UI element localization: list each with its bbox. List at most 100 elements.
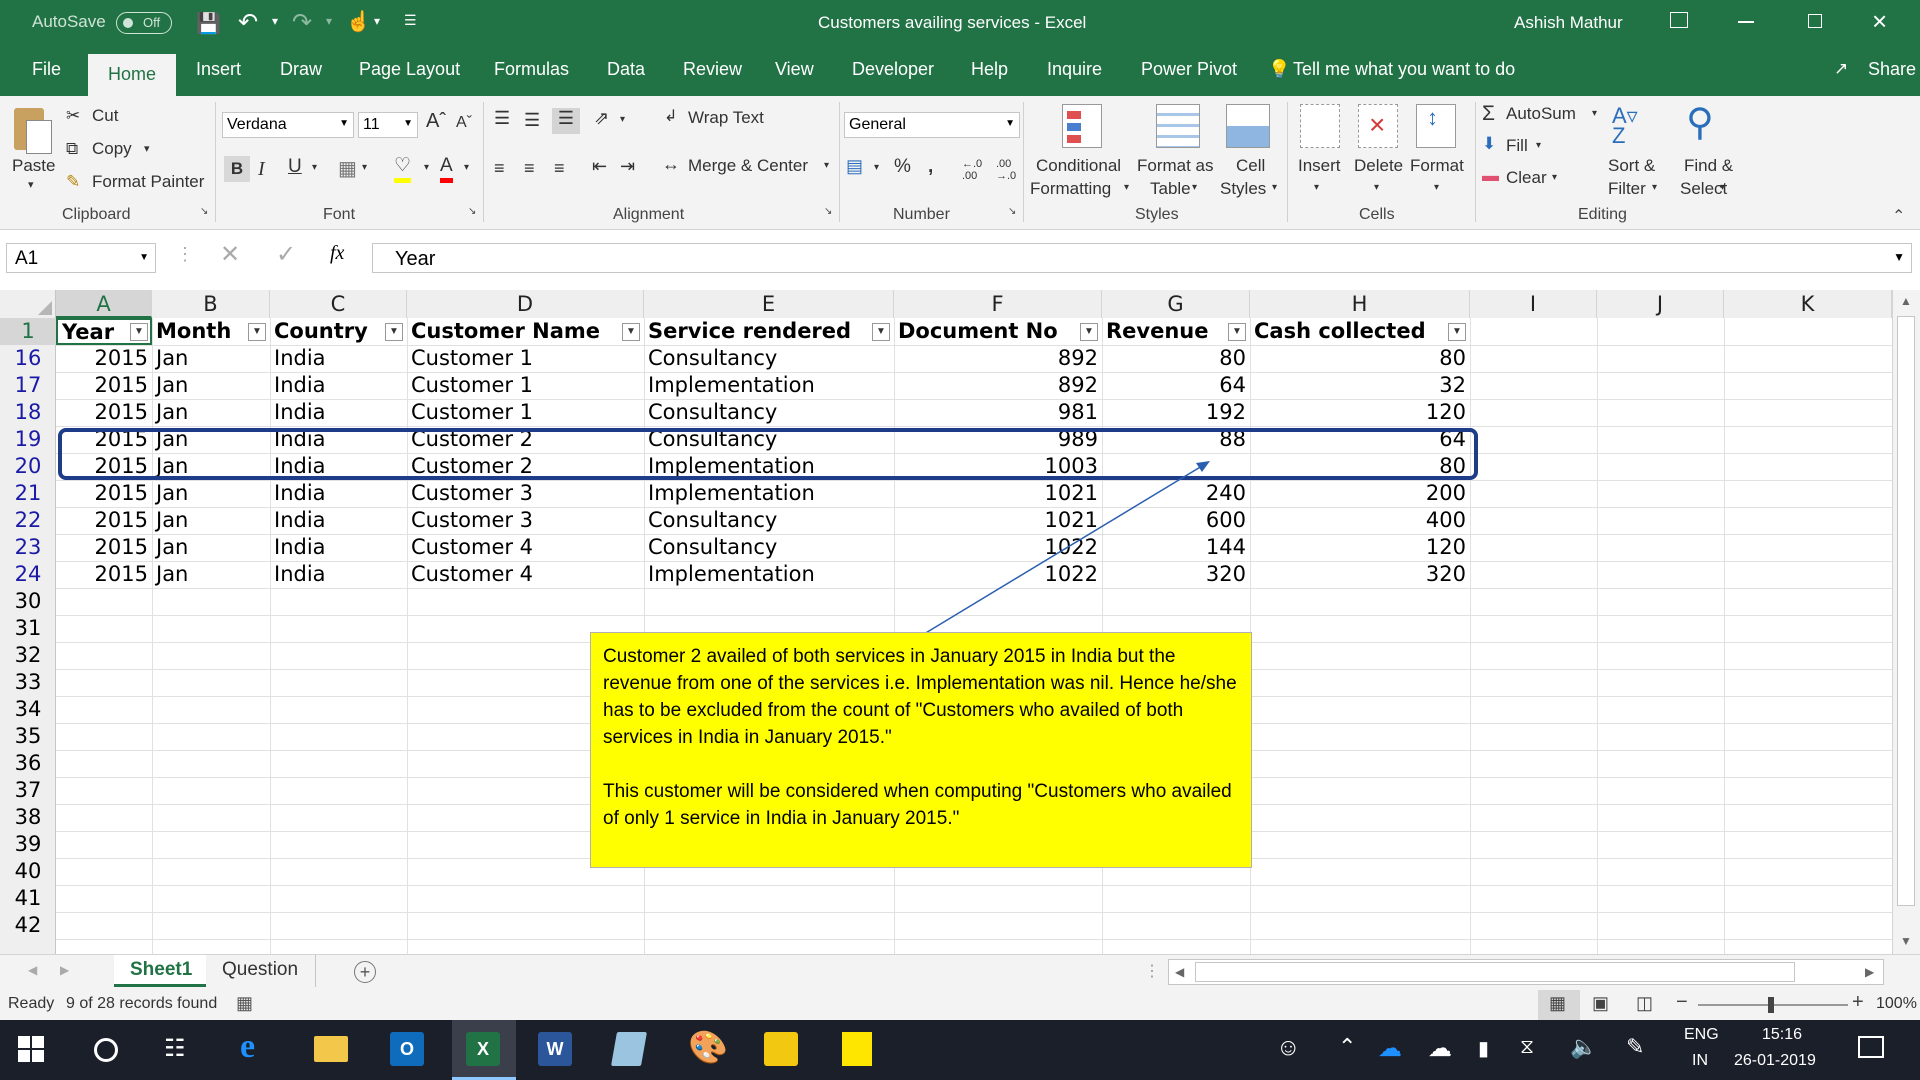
align-bottom-icon[interactable]: ☰ [552,108,580,134]
cell-styles-dropdown-icon[interactable]: ▾ [1272,182,1277,193]
language-ind-line1[interactable]: ENG [1684,1026,1719,1044]
autosave-toggle[interactable]: Off [116,12,172,34]
battery-icon[interactable]: ▮ [1478,1036,1489,1061]
tab-help[interactable]: Help [971,59,1008,80]
cell-revenue[interactable]: 240 [1102,480,1250,507]
zoom-out-icon[interactable]: − [1676,991,1688,1014]
name-box[interactable]: A1 ▼ [6,243,156,273]
power-bi-icon[interactable] [764,1032,798,1066]
zoom-in-icon[interactable]: + [1852,991,1864,1014]
row-header[interactable]: 37 [0,777,56,804]
undo-dropdown-icon[interactable]: ▾ [272,14,278,28]
filter-dropdown-icon[interactable]: ▼ [622,323,640,341]
cell-service[interactable]: Implementation [644,480,894,507]
column-header-a[interactable]: A [56,290,152,318]
cell-country[interactable]: India [270,399,407,426]
cell-document[interactable]: 892 [894,345,1102,372]
notepad-icon[interactable] [611,1032,647,1066]
conditional-formatting-label-2[interactable]: Formatting [1030,179,1111,199]
splitter-icon[interactable]: ⋮ [1144,961,1160,981]
select-all-corner[interactable] [0,290,56,318]
cell-country[interactable]: India [270,480,407,507]
column-header-b[interactable]: B [152,290,270,318]
clipboard-launcher-icon[interactable]: ↘ [200,206,208,217]
formula-input[interactable]: Year ▼ [372,243,1912,273]
cell-customer[interactable]: Customer 3 [407,480,644,507]
cell-country[interactable]: India [270,507,407,534]
cell-document[interactable]: 981 [894,399,1102,426]
fill-color-dropdown-icon[interactable]: ▾ [424,162,429,173]
highlight-rectangle[interactable] [58,428,1478,480]
volume-icon[interactable]: 🔈 [1570,1034,1597,1060]
worksheet-grid[interactable]: A B C D E F G H I J K 1 16 17 18 19 20 2… [0,290,1920,954]
font-color-icon[interactable]: A [440,154,453,183]
row-header[interactable]: 41 [0,885,56,912]
header-document-no[interactable]: Document No [894,318,1102,345]
cell-cash[interactable]: 320 [1250,561,1470,588]
clock-time[interactable]: 15:16 [1762,1026,1802,1044]
cell-revenue[interactable]: 64 [1102,372,1250,399]
percent-icon[interactable]: % [894,156,911,178]
italic-icon[interactable]: I [258,158,265,181]
merge-center-button[interactable]: Merge & Center [688,156,808,176]
copy-dropdown-icon[interactable]: ▾ [144,142,150,155]
scroll-thumb[interactable] [1897,316,1915,906]
format-cells-icon[interactable]: ↕ [1416,104,1456,148]
orientation-icon[interactable]: ⇗ [594,108,609,129]
column-header-h[interactable]: H [1250,290,1470,318]
zoom-level[interactable]: 100% [1876,995,1917,1013]
cell-month[interactable]: Jan [152,399,270,426]
redo-icon[interactable]: ↷ [292,8,312,37]
tab-developer[interactable]: Developer [852,59,934,80]
cell-year[interactable]: 2015 [56,399,152,426]
hscroll-thumb[interactable] [1195,962,1795,982]
insert-button[interactable]: Insert [1298,156,1341,176]
outlook-icon[interactable]: O [390,1032,424,1066]
cell-cash[interactable]: 200 [1250,480,1470,507]
expand-formula-icon[interactable]: ▼ [1893,250,1905,264]
clock-date[interactable]: 26-01-2019 [1734,1052,1816,1070]
sort-filter-icon[interactable]: A▿ Z [1612,105,1638,147]
cell-customer[interactable]: Customer 1 [407,345,644,372]
filter-dropdown-icon[interactable]: ▼ [130,323,148,341]
borders-dropdown-icon[interactable]: ▾ [362,162,367,173]
format-dropdown-icon[interactable]: ▾ [1434,182,1439,193]
scroll-up-icon[interactable]: ▲ [1900,294,1912,308]
row-header[interactable]: 34 [0,696,56,723]
find-select-button[interactable]: Find & [1684,156,1733,176]
fill-color-icon[interactable]: ♡ [394,154,412,183]
cell-styles-button[interactable]: Cell [1236,156,1265,176]
column-header-c[interactable]: C [270,290,407,318]
increase-font-icon[interactable]: Aˆ [426,110,446,133]
cell-cash[interactable]: 120 [1250,534,1470,561]
find-select-icon[interactable]: ⚲ [1686,100,1714,145]
filter-dropdown-icon[interactable]: ▼ [1228,323,1246,341]
restore-icon[interactable] [1808,14,1822,28]
paste-button[interactable]: Paste [12,156,55,176]
column-header-k[interactable]: K [1724,290,1892,318]
filter-dropdown-icon[interactable]: ▼ [1448,323,1466,341]
pen-icon[interactable]: ✎ [1626,1034,1644,1060]
font-size-select[interactable]: 11 ▼ [358,112,418,138]
close-icon[interactable]: × [1872,6,1887,37]
font-name-select[interactable]: Verdana ▼ [222,112,354,138]
align-right-icon[interactable]: ≡ [554,158,565,179]
alignment-launcher-icon[interactable]: ↘ [824,206,832,217]
cell-month[interactable]: Jan [152,345,270,372]
excel-taskbar-active[interactable]: X [452,1020,516,1080]
paste-icon[interactable] [10,106,56,156]
column-header-g[interactable]: G [1102,290,1250,318]
cell-cash[interactable]: 120 [1250,399,1470,426]
cell-year[interactable]: 2015 [56,372,152,399]
delete-dropdown-icon[interactable]: ▾ [1374,182,1379,193]
collapse-ribbon-icon[interactable]: ⌃ [1892,206,1905,226]
chevron-up-icon[interactable]: ⌃ [1338,1034,1356,1060]
font-launcher-icon[interactable]: ↘ [468,206,476,217]
zoom-slider[interactable] [1698,997,1848,1013]
notifications-icon[interactable] [1858,1036,1884,1058]
column-header-j[interactable]: J [1597,290,1724,318]
cell-country[interactable]: India [270,534,407,561]
cell-cash[interactable]: 32 [1250,372,1470,399]
increase-indent-icon[interactable]: ⇥ [620,156,635,177]
cell-styles-icon[interactable] [1226,104,1270,148]
